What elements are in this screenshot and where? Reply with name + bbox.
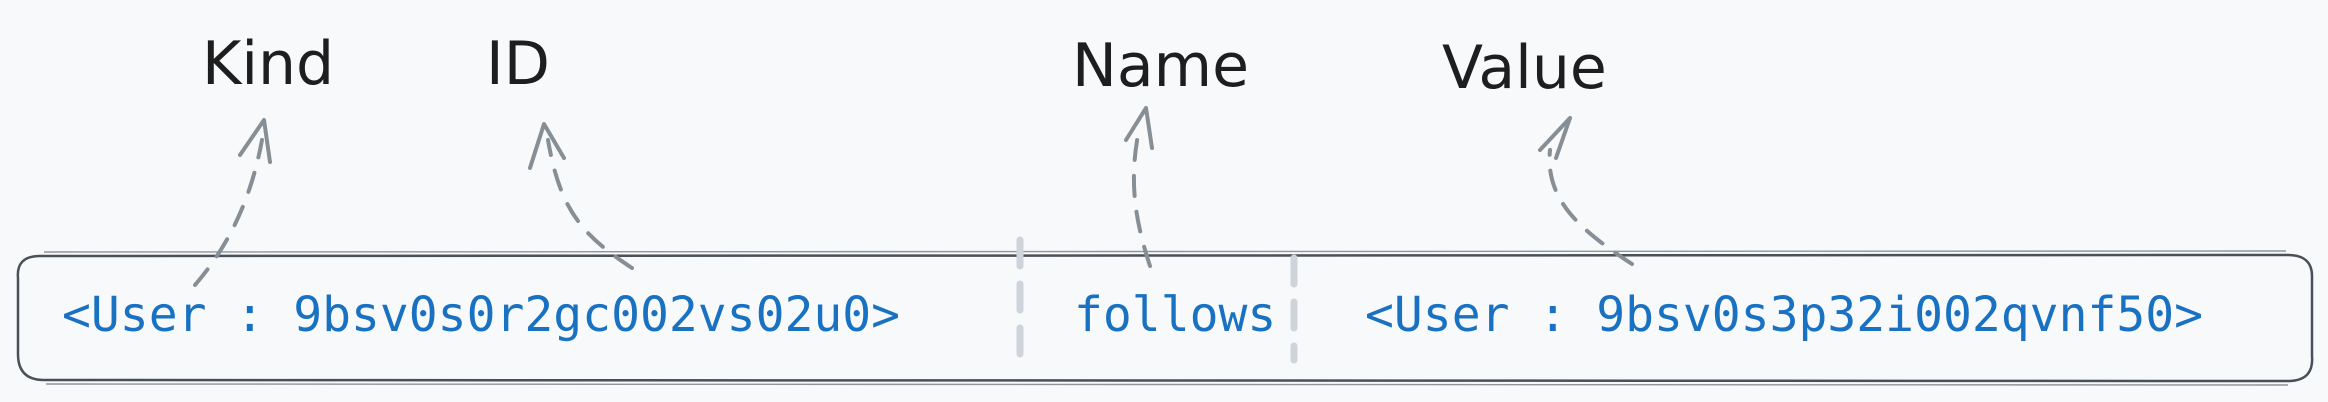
label-id: ID [486,29,550,99]
label-value: Value [1442,33,1607,103]
label-name: Name [1072,31,1250,101]
arrow-name [1124,106,1154,268]
record-source: <User : 9bsv0s0r2gc002vs02u0> [62,287,901,343]
arrow-id [528,122,634,270]
label-kind: Kind [202,29,335,99]
diagram-canvas: Kind ID Name Value <User : 9bsv0s0r2gc00… [0,0,2328,402]
record-target: <User : 9bsv0s3p32i002qvnf50> [1365,287,2204,343]
arrow-kind [193,118,272,287]
arrow-value [1538,116,1634,266]
record-relation: follows [1074,287,1277,343]
